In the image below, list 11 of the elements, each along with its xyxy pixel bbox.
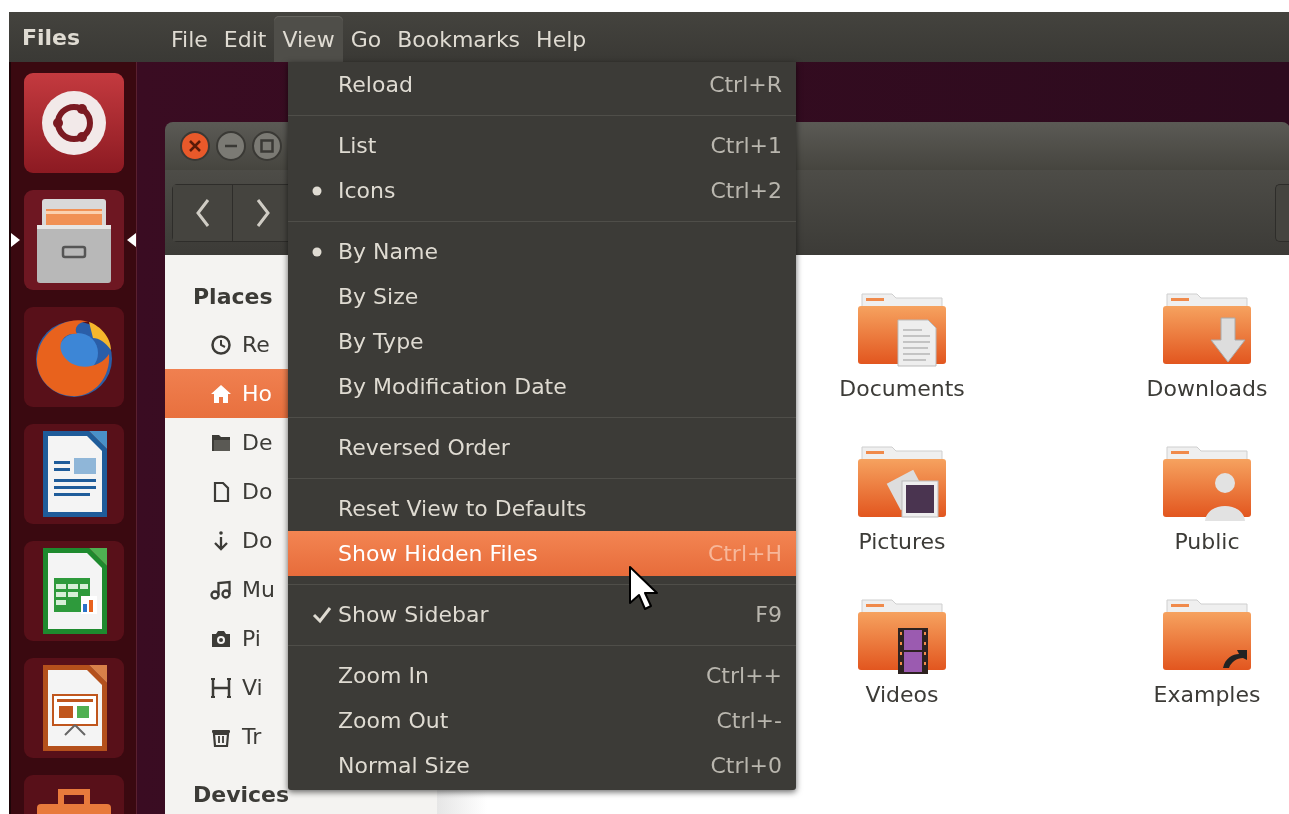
keyboard-shortcut: Ctrl+2 bbox=[710, 178, 782, 203]
sidebar-heading: Places bbox=[192, 283, 273, 311]
keyboard-shortcut: Ctrl+R bbox=[709, 72, 782, 97]
keyboard-shortcut: Ctrl+1 bbox=[710, 133, 782, 158]
app-name: Files bbox=[21, 23, 82, 52]
keyboard-shortcut: Ctrl++ bbox=[706, 663, 782, 688]
keyboard-shortcut: F9 bbox=[755, 602, 782, 627]
sidebar-heading: Devices bbox=[192, 781, 290, 809]
keyboard-shortcut: Ctrl+0 bbox=[710, 753, 782, 778]
keyboard-shortcut: Ctrl+H bbox=[707, 541, 782, 566]
keyboard-shortcut: Ctrl+- bbox=[716, 708, 782, 733]
